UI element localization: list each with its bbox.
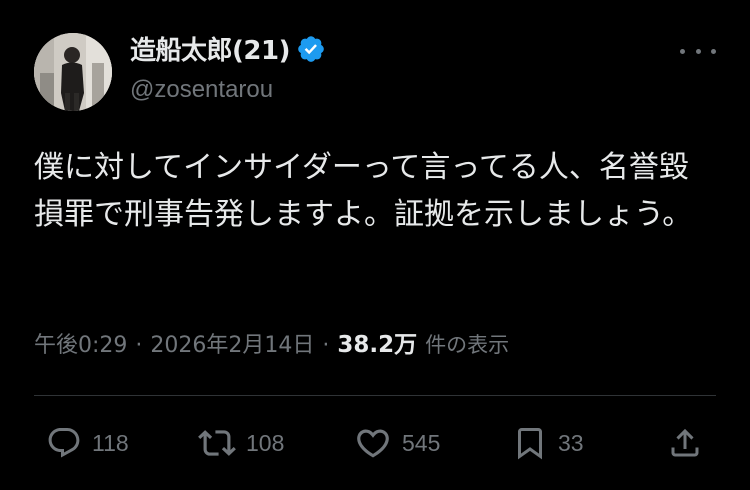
verified-badge-icon [296, 34, 326, 64]
like-count: 545 [402, 429, 441, 456]
author-display-name[interactable]: 造船太郎(21) [130, 30, 290, 67]
tweet-time[interactable]: 午後0:29 [34, 327, 127, 359]
profile-photo [34, 33, 112, 111]
views-count[interactable]: 38.2万 [337, 325, 417, 359]
like-button[interactable]: 545 [354, 423, 440, 463]
author-name-row[interactable]: 造船太郎(21) [130, 30, 326, 67]
bookmark-button[interactable]: 33 [512, 423, 584, 463]
reply-count: 118 [92, 429, 129, 456]
views-label[interactable]: 件の表示 [425, 329, 509, 359]
reply-icon [48, 428, 80, 458]
heart-icon [357, 429, 389, 458]
author-handle[interactable]: @zosentarou [130, 76, 273, 104]
retweet-button[interactable]: 108 [198, 423, 284, 463]
bookmark-icon [518, 428, 542, 460]
tweet-text: 僕に対してインサイダーって言ってる人、名誉毀損罪で刑事告発しますよ。証拠を示しま… [34, 150, 693, 232]
meta-separator: · [135, 333, 143, 358]
meta-separator: · [322, 333, 330, 358]
avatar[interactable] [34, 33, 112, 111]
share-icon [671, 428, 699, 457]
more-options-icon[interactable] [680, 43, 716, 59]
share-button[interactable] [667, 423, 703, 463]
bookmark-count: 33 [558, 429, 584, 456]
tweet-meta: 午後0:29 · 2026年2月14日 · 38.2万 件の表示 [34, 325, 509, 359]
tweet-date[interactable]: 2026年2月14日 [150, 327, 314, 359]
retweet-icon [198, 430, 236, 456]
reply-button[interactable]: 118 [46, 423, 129, 463]
tweet-card: 造船太郎(21) @zosentarou 僕に対してインサイダーって言ってる人、… [0, 0, 750, 490]
divider [34, 395, 716, 396]
retweet-count: 108 [246, 429, 285, 456]
